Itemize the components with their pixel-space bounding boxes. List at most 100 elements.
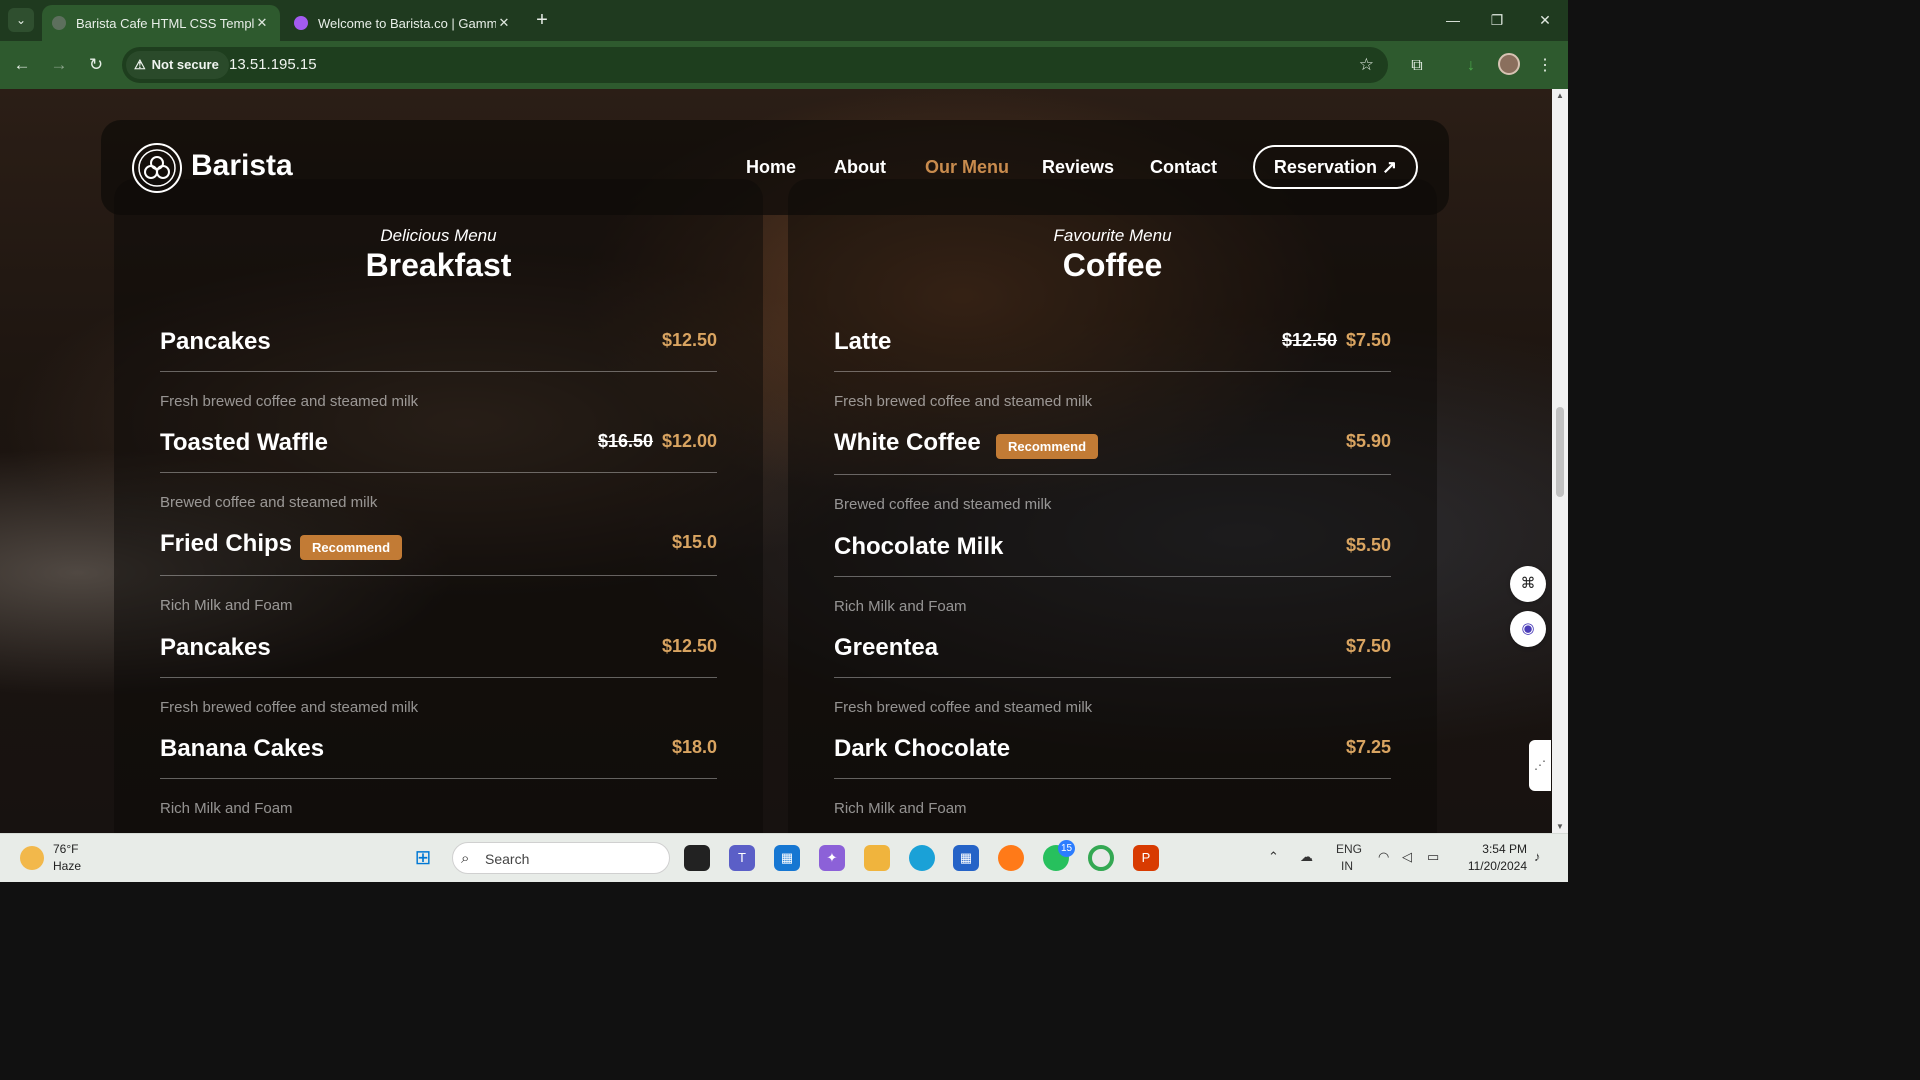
scroll-down-arrow[interactable]: ▼ bbox=[1552, 822, 1568, 831]
divider bbox=[834, 371, 1391, 372]
tab-title: Barista Cafe HTML CSS Template bbox=[76, 15, 254, 31]
file-explorer-icon[interactable] bbox=[864, 845, 890, 871]
taskbar-search[interactable]: ⌕ Search bbox=[452, 842, 670, 874]
forward-button[interactable]: → bbox=[47, 53, 71, 77]
menu-item: Dark Chocolate $7.25 Rich Milk and Foam bbox=[834, 729, 1391, 830]
menu-item-name: White Coffee bbox=[834, 429, 981, 456]
url-text[interactable]: 13.51.195.15 bbox=[229, 47, 317, 83]
tab-search-button[interactable]: ⌄ bbox=[8, 8, 34, 32]
globe-icon bbox=[52, 16, 66, 30]
search-label: Search bbox=[485, 851, 530, 867]
menu-item-price: $15.0 bbox=[671, 532, 717, 552]
bookmark-star-icon[interactable]: ☆ bbox=[1359, 47, 1374, 83]
scroll-thumb[interactable] bbox=[1556, 407, 1564, 497]
reload-button[interactable]: ↻ bbox=[84, 53, 108, 77]
menu-item-description: Fresh brewed coffee and steamed milk bbox=[834, 393, 1093, 410]
tab-gamma[interactable]: Welcome to Barista.co | Gamma ✕ bbox=[284, 5, 522, 41]
chrome-icon[interactable] bbox=[1088, 845, 1114, 871]
reservation-button[interactable]: Reservation ↗ bbox=[1253, 145, 1418, 189]
site-navbar: Barista Home About Our Menu Reviews Cont… bbox=[101, 120, 1449, 215]
section-title: Breakfast bbox=[365, 247, 512, 283]
menu-item-name: Pancakes bbox=[160, 328, 271, 355]
more-menu-icon[interactable]: ⋮ bbox=[1533, 54, 1557, 78]
menu-item-description: Rich Milk and Foam bbox=[834, 598, 967, 615]
language-code[interactable]: ENG bbox=[1336, 842, 1362, 856]
menu-item-old-price: $12.50 bbox=[1282, 330, 1338, 350]
menu-item: Toasted Waffle $16.50 $12.00 Brewed coff… bbox=[160, 423, 717, 524]
divider bbox=[160, 677, 717, 678]
volume-icon[interactable]: ◁ bbox=[1402, 849, 1412, 865]
calendar-icon[interactable]: ▦ bbox=[774, 845, 800, 871]
back-button[interactable]: ← bbox=[10, 53, 34, 77]
powerpoint-icon[interactable]: P bbox=[1133, 845, 1159, 871]
extensions-icon[interactable]: ⧉ bbox=[1405, 54, 1429, 78]
search-icon: ⌕ bbox=[461, 850, 470, 867]
teams-icon[interactable]: T bbox=[729, 845, 755, 871]
barista-logo-icon[interactable] bbox=[132, 143, 182, 193]
recommend-badge: Recommend bbox=[996, 434, 1099, 459]
divider bbox=[834, 677, 1391, 678]
language-region[interactable]: IN bbox=[1341, 859, 1353, 873]
tab-barista-template[interactable]: Barista Cafe HTML CSS Template ✕ bbox=[42, 5, 280, 41]
task-view-icon[interactable] bbox=[684, 845, 710, 871]
nav-our-menu[interactable]: Our Menu bbox=[925, 157, 1009, 178]
menu-item-price: $5.50 bbox=[1345, 535, 1391, 555]
nav-about[interactable]: About bbox=[834, 157, 886, 178]
menu-item-name: Toasted Waffle bbox=[160, 429, 329, 456]
page-scrollbar[interactable]: ▲ ▼ bbox=[1552, 89, 1568, 833]
weather-condition[interactable]: Haze bbox=[53, 859, 81, 873]
firefox-icon[interactable] bbox=[998, 845, 1024, 871]
wifi-icon[interactable]: ◠ bbox=[1378, 849, 1389, 865]
menu-item-description: Rich Milk and Foam bbox=[160, 597, 293, 614]
side-panel-toggle[interactable]: ⋰ bbox=[1529, 740, 1551, 791]
menu-item-price: $12.50 bbox=[661, 636, 717, 656]
address-bar[interactable]: ⚠ Not secure 13.51.195.15 ☆ bbox=[122, 47, 1388, 83]
new-tab-button[interactable]: + bbox=[530, 8, 554, 32]
tab-title: Welcome to Barista.co | Gamma bbox=[318, 15, 496, 31]
section-subtitle: Favourite Menu bbox=[1053, 226, 1172, 245]
close-tab-icon[interactable]: ✕ bbox=[496, 15, 512, 31]
close-window-button[interactable]: ✕ bbox=[1530, 8, 1560, 32]
menu-item-name: Greentea bbox=[834, 634, 939, 661]
store-icon[interactable]: ▦ bbox=[953, 845, 979, 871]
divider bbox=[160, 371, 717, 372]
nav-home[interactable]: Home bbox=[746, 157, 796, 178]
nav-reviews[interactable]: Reviews bbox=[1042, 157, 1114, 178]
security-chip[interactable]: ⚠ Not secure bbox=[126, 51, 229, 79]
clock-time[interactable]: 3:54 PM bbox=[1459, 842, 1527, 856]
download-icon[interactable]: ↓ bbox=[1459, 54, 1483, 78]
divider bbox=[834, 474, 1391, 475]
minimize-button[interactable]: — bbox=[1438, 8, 1468, 32]
screen: ⌄ Barista Cafe HTML CSS Template ✕ Welco… bbox=[0, 0, 1568, 882]
onedrive-icon[interactable]: ☁ bbox=[1300, 849, 1313, 865]
notification-bell-icon[interactable]: ♪ bbox=[1534, 849, 1541, 864]
menu-item: Greentea $7.50 Fresh brewed coffee and s… bbox=[834, 628, 1391, 729]
windows-start-icon[interactable]: ⊞ bbox=[410, 845, 436, 871]
menu-item-description: Brewed coffee and steamed milk bbox=[160, 494, 378, 511]
browser-toolbar: ← → ↻ ⚠ Not secure 13.51.195.15 ☆ ⧉ ↓ ⋮ bbox=[0, 41, 1568, 89]
menu-item-price: $7.50 bbox=[1345, 330, 1391, 350]
brand-name[interactable]: Barista bbox=[191, 149, 293, 183]
clock-date[interactable]: 11/20/2024 bbox=[1459, 859, 1527, 873]
divider bbox=[834, 576, 1391, 577]
menu-item-description: Fresh brewed coffee and steamed milk bbox=[160, 393, 419, 410]
menu-item: Fried Chips Recommend $15.0 Rich Milk an… bbox=[160, 524, 717, 625]
divider bbox=[160, 472, 717, 473]
close-tab-icon[interactable]: ✕ bbox=[254, 15, 270, 31]
edge-icon[interactable] bbox=[909, 845, 935, 871]
menu-item-name: Fried Chips bbox=[160, 530, 293, 557]
restore-button[interactable]: ❐ bbox=[1482, 8, 1512, 32]
profile-avatar[interactable] bbox=[1498, 53, 1520, 75]
copilot-icon[interactable]: ✦ bbox=[819, 845, 845, 871]
hidden-icons-chevron[interactable]: ⌃ bbox=[1268, 849, 1279, 865]
battery-icon[interactable]: ▭ bbox=[1427, 849, 1439, 865]
browser-tab-strip: ⌄ Barista Cafe HTML CSS Template ✕ Welco… bbox=[0, 0, 1568, 41]
nav-contact[interactable]: Contact bbox=[1150, 157, 1217, 178]
assistant-icon[interactable]: ◉ bbox=[1510, 611, 1546, 647]
weather-icon[interactable] bbox=[20, 846, 44, 870]
weather-temperature[interactable]: 76°F bbox=[53, 842, 78, 856]
extension-grid-icon[interactable]: ⌘ bbox=[1510, 566, 1546, 602]
scroll-up-arrow[interactable]: ▲ bbox=[1552, 91, 1568, 100]
whatsapp-notification-badge: 15 bbox=[1058, 840, 1075, 857]
menu-item-name: Chocolate Milk bbox=[834, 533, 1004, 560]
